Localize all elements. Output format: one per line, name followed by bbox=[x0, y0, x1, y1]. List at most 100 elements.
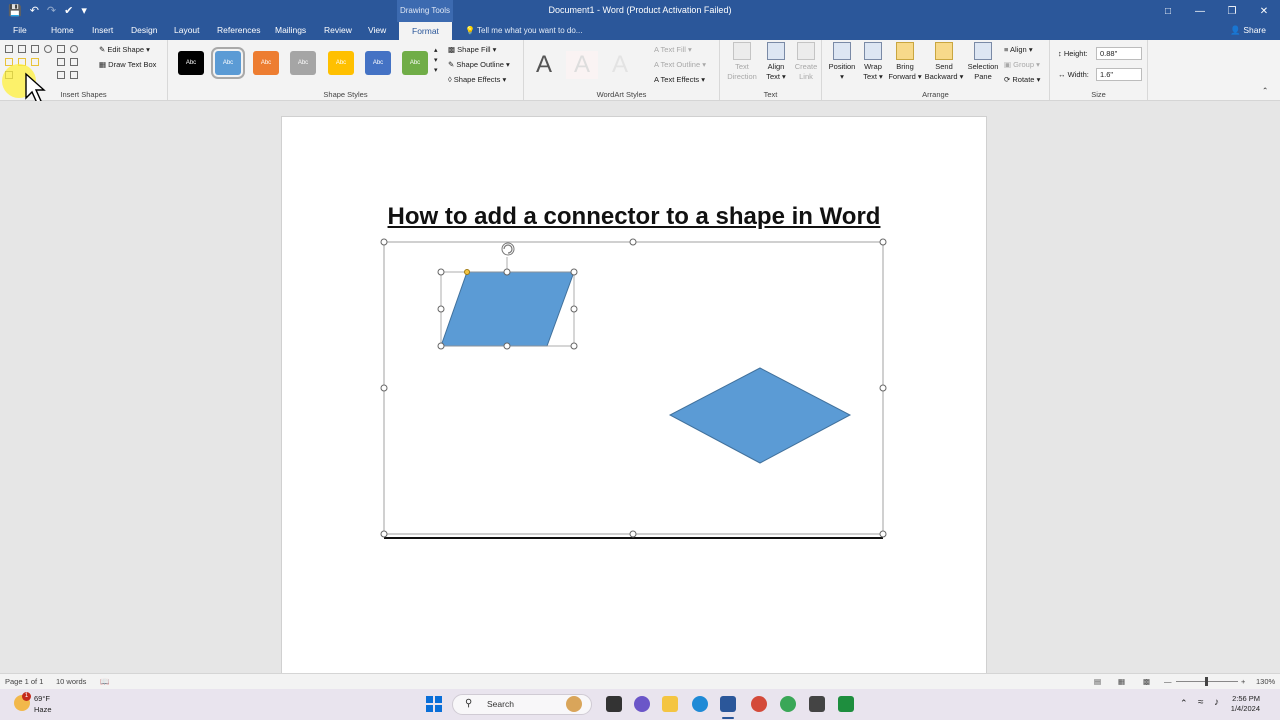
text-outline-button[interactable]: A Text Outline ▾ bbox=[654, 60, 706, 69]
shape-handle-br[interactable] bbox=[570, 342, 578, 350]
drawing-canvas-frame[interactable] bbox=[383, 241, 884, 535]
send-backward-button[interactable]: Send Backward ▾ bbox=[924, 42, 964, 82]
rectangle-shape-icon[interactable] bbox=[5, 45, 13, 53]
text-direction-button[interactable]: Text Direction bbox=[726, 42, 758, 82]
shape-style-swatch-5[interactable]: Abc bbox=[365, 51, 391, 75]
text-box-shape-icon[interactable] bbox=[18, 45, 26, 53]
wordart-style-2[interactable]: A bbox=[604, 51, 636, 79]
edit-shape-button[interactable]: ✎ Edit Shape ▾ bbox=[99, 45, 150, 54]
tab-layout[interactable]: Layout bbox=[174, 25, 200, 35]
curve-shape-icon[interactable] bbox=[70, 58, 78, 66]
bring-forward-button[interactable]: Bring Forward ▾ bbox=[888, 42, 922, 82]
callout-shape-icon[interactable] bbox=[57, 71, 65, 79]
text-effects-button[interactable]: A Text Effects ▾ bbox=[654, 75, 705, 84]
restore-icon[interactable]: ❐ bbox=[1216, 0, 1248, 22]
smiley-shape-icon[interactable] bbox=[70, 45, 78, 53]
oval-shape-icon[interactable] bbox=[44, 45, 52, 53]
create-link-button[interactable]: Create Link bbox=[792, 42, 820, 82]
canvas-handle-mr[interactable] bbox=[879, 384, 887, 392]
plus-shape-icon[interactable] bbox=[57, 45, 65, 53]
tab-file[interactable]: File bbox=[13, 25, 27, 35]
word-icon[interactable] bbox=[720, 696, 736, 712]
canvas-handle-ml[interactable] bbox=[380, 384, 388, 392]
wifi-icon[interactable]: ≈ bbox=[1198, 697, 1204, 708]
shape-adjust-handle[interactable] bbox=[464, 269, 470, 275]
read-mode-icon[interactable]: ▤ bbox=[1094, 677, 1101, 686]
styles-gallery-scroll[interactable]: ▴ ▾ ▾ bbox=[434, 46, 438, 76]
web-layout-icon[interactable]: ▩ bbox=[1143, 677, 1150, 686]
canvas-handle-br[interactable] bbox=[879, 530, 887, 538]
frame-shape-icon[interactable] bbox=[70, 71, 78, 79]
shape-style-swatch-3[interactable]: Abc bbox=[290, 51, 316, 75]
task-view-icon[interactable] bbox=[606, 696, 622, 712]
shape-style-swatch-1[interactable]: Abc bbox=[211, 47, 245, 79]
start-button[interactable] bbox=[426, 696, 442, 712]
zoom-slider-thumb[interactable] bbox=[1205, 677, 1208, 686]
tab-references[interactable]: References bbox=[217, 25, 260, 35]
wordart-style-1[interactable]: A bbox=[566, 51, 598, 79]
chrome-icon[interactable] bbox=[751, 696, 767, 712]
rotate-handle-icon[interactable] bbox=[501, 242, 515, 256]
zoom-out-icon[interactable]: — bbox=[1164, 677, 1172, 686]
share-button[interactable]: 👤 Share bbox=[1230, 25, 1266, 36]
close-icon[interactable]: ✕ bbox=[1248, 0, 1280, 22]
canvas-handle-tl[interactable] bbox=[380, 238, 388, 246]
proofing-icon[interactable]: 📖 bbox=[100, 677, 109, 686]
align-text-button[interactable]: Align Text ▾ bbox=[762, 42, 790, 82]
shape-effects-button[interactable]: ◊ Shape Effects ▾ bbox=[448, 75, 506, 84]
page-count[interactable]: Page 1 of 1 bbox=[5, 677, 43, 686]
position-button[interactable]: Position ▾ bbox=[824, 42, 860, 82]
system-clock[interactable]: 2:56 PM 1/4/2024 bbox=[1231, 694, 1260, 714]
chrome-profile-icon[interactable] bbox=[780, 696, 796, 712]
height-input[interactable]: 0.88" bbox=[1096, 47, 1142, 60]
shape-style-swatch-4[interactable]: Abc bbox=[328, 51, 354, 75]
collapse-ribbon-icon[interactable]: ⌃ bbox=[1262, 86, 1268, 95]
tab-design[interactable]: Design bbox=[131, 25, 157, 35]
shape-handle-tl[interactable] bbox=[437, 268, 445, 276]
width-input[interactable]: 1.6" bbox=[1096, 68, 1142, 81]
draw-text-box-button[interactable]: ▦ Draw Text Box bbox=[99, 60, 156, 69]
shape-handle-mr[interactable] bbox=[570, 305, 578, 313]
shape-handle-tr[interactable] bbox=[570, 268, 578, 276]
shape-outline-button[interactable]: ✎ Shape Outline ▾ bbox=[448, 60, 510, 69]
minimize-icon[interactable]: — bbox=[1184, 0, 1216, 22]
shape-fill-button[interactable]: ▩ Shape Fill ▾ bbox=[448, 45, 496, 54]
word-count[interactable]: 10 words bbox=[56, 677, 86, 686]
shape-handle-tc[interactable] bbox=[503, 268, 511, 276]
shape-handle-bc[interactable] bbox=[503, 342, 511, 350]
canvas-handle-bl[interactable] bbox=[380, 530, 388, 538]
tray-overflow-icon[interactable]: ⌃ bbox=[1180, 698, 1188, 709]
chat-icon[interactable] bbox=[634, 696, 650, 712]
line-shape-icon[interactable] bbox=[31, 45, 39, 53]
shape-style-swatch-0[interactable]: Abc bbox=[178, 51, 204, 75]
tab-insert[interactable]: Insert bbox=[92, 25, 113, 35]
edge-icon[interactable] bbox=[692, 696, 708, 712]
tab-mailings[interactable]: Mailings bbox=[275, 25, 306, 35]
zoom-in-icon[interactable]: + bbox=[1241, 677, 1245, 686]
shape-style-swatch-6[interactable]: Abc bbox=[402, 51, 428, 75]
star-shape-icon[interactable] bbox=[31, 58, 39, 66]
tab-format[interactable]: Format bbox=[399, 22, 452, 40]
group-button[interactable]: ▣ Group ▾ bbox=[1004, 60, 1040, 69]
align-button[interactable]: ≡ Align ▾ bbox=[1004, 45, 1033, 54]
wordart-style-0[interactable]: A bbox=[528, 51, 560, 79]
shape-handle-bl[interactable] bbox=[437, 342, 445, 350]
vertical-scrollbar[interactable] bbox=[1268, 101, 1280, 673]
zoom-level[interactable]: 130% bbox=[1256, 677, 1275, 686]
app-icon[interactable] bbox=[809, 696, 825, 712]
canvas-handle-tr[interactable] bbox=[879, 238, 887, 246]
ribbon-display-options-icon[interactable]: □ bbox=[1152, 0, 1184, 22]
text-fill-button[interactable]: A Text Fill ▾ bbox=[654, 45, 692, 54]
wrap-text-button[interactable]: Wrap Text ▾ bbox=[860, 42, 886, 82]
tab-home[interactable]: Home bbox=[51, 25, 74, 35]
parallelogram-shape[interactable] bbox=[440, 271, 575, 347]
volume-icon[interactable]: ♪ bbox=[1214, 697, 1219, 708]
print-layout-icon[interactable]: ▦ bbox=[1118, 677, 1125, 686]
canvas-handle-bc[interactable] bbox=[629, 530, 637, 538]
shape-handle-ml[interactable] bbox=[437, 305, 445, 313]
tab-review[interactable]: Review bbox=[324, 25, 352, 35]
file-explorer-icon[interactable] bbox=[662, 696, 678, 712]
list-shape-icon[interactable] bbox=[57, 58, 65, 66]
canvas-handle-tc[interactable] bbox=[629, 238, 637, 246]
diamond-shape[interactable] bbox=[668, 367, 852, 464]
